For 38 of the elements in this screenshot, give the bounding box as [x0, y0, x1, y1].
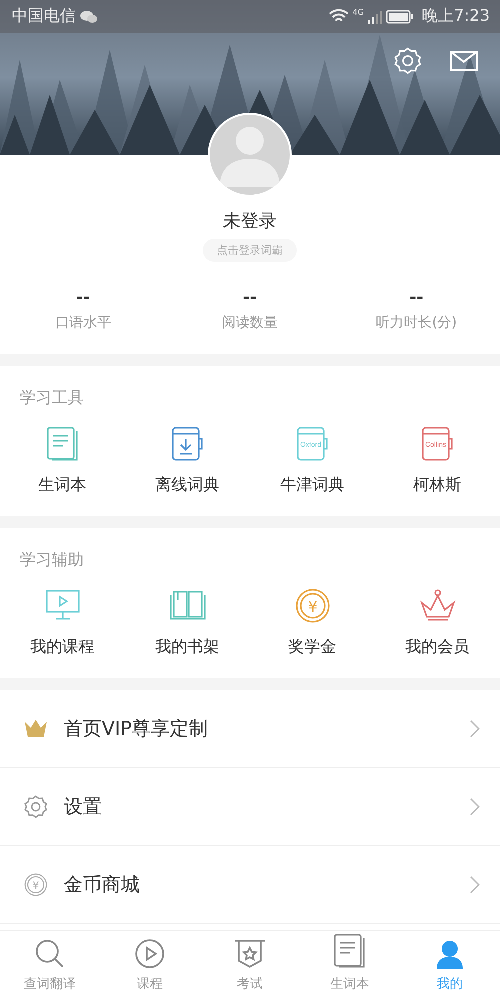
stat-label: 口语水平: [55, 314, 112, 332]
network-type: 4G: [352, 8, 364, 17]
battery-icon: [386, 10, 414, 24]
chevron-icon: [470, 720, 480, 738]
chat-icon: [80, 10, 98, 24]
stat-label: 听力时长(分): [376, 314, 458, 332]
wifi-icon: [328, 9, 349, 24]
settings-icon: [394, 47, 422, 75]
stat-value: --: [242, 288, 258, 308]
search-icon: [35, 939, 65, 969]
section-title: 学习辅助: [20, 550, 85, 571]
mail-icon: [450, 51, 478, 71]
tool-item[interactable]: 我的课程: [0, 587, 125, 658]
notebook-icon: [333, 933, 367, 969]
chevron-icon: [470, 798, 480, 816]
tool-item[interactable]: 生词本: [0, 425, 125, 496]
settings-button[interactable]: [394, 47, 422, 75]
tool-item[interactable]: 离线词典: [125, 425, 250, 496]
settings-icon: [24, 794, 48, 818]
tool-item[interactable]: 我的书架: [125, 587, 250, 658]
chevron-icon: [470, 876, 480, 894]
play-icon: [135, 939, 165, 969]
section-title: 学习工具: [20, 388, 85, 409]
stat-label: 阅读数量: [222, 314, 278, 332]
coin-icon: ¥: [24, 872, 48, 896]
signal-icon: [368, 10, 382, 24]
badge-star-icon: [234, 939, 266, 969]
tool-item[interactable]: ¥ 奖学金: [250, 587, 375, 658]
tool-item[interactable]: 我的会员: [375, 587, 500, 658]
stat-value: --: [410, 288, 424, 308]
stat-value: --: [76, 288, 90, 308]
mail-button[interactable]: [450, 51, 478, 71]
crown-icon: [24, 718, 48, 738]
carrier-name: 中国电信: [12, 6, 76, 27]
login-status: 未登录: [223, 210, 277, 233]
coin-icon: ¥: [294, 588, 330, 624]
clock-time: 晚上7:23: [422, 6, 490, 27]
person-icon: [435, 939, 465, 969]
